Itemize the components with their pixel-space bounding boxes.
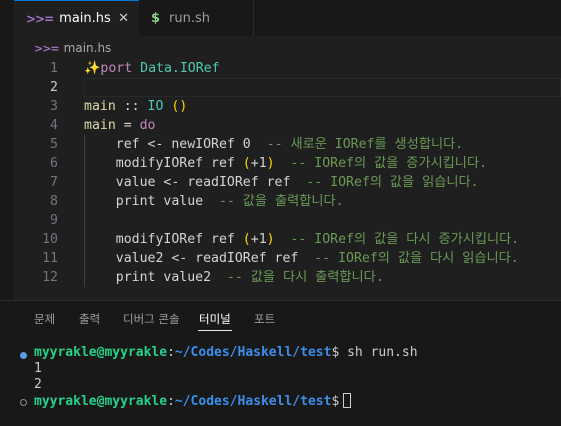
code-token: print value2: [84, 270, 227, 285]
code-text: main = do: [84, 116, 155, 135]
terminal-path: ~/Codes/Haskell/test: [174, 345, 332, 360]
indent-guide: [84, 135, 85, 287]
code-token: -- IORef의 값을 다시 증가시킵니다.: [290, 232, 520, 247]
shell-icon: $: [151, 10, 161, 26]
code-line[interactable]: 2: [0, 78, 561, 97]
line-number: 11: [42, 251, 58, 266]
line-number: 1: [50, 61, 58, 76]
terminal-output-line: 2: [34, 377, 42, 392]
code-token: port: [100, 61, 133, 76]
terminal-sep: :: [167, 394, 175, 409]
code-line[interactable]: 3 main :: IO (): [0, 97, 561, 116]
command-status-success-icon[interactable]: [20, 352, 27, 359]
tab-run-sh[interactable]: $ run.sh: [139, 0, 254, 36]
code-text: modifyIORef ref (+1) -- IORef의 값을 다시 증가시…: [84, 230, 519, 249]
editor-tab-bar: >>= main.hs ✕ $ run.sh: [0, 0, 561, 36]
sparkle-icon[interactable]: ✨: [84, 61, 100, 76]
code-line[interactable]: 1 ✨port Data.IORef: [0, 59, 561, 78]
terminal-prompt: $: [331, 394, 340, 409]
code-text: print value -- 값을 출력합니다.: [84, 192, 344, 211]
close-icon[interactable]: ✕: [118, 11, 129, 26]
panel-tab[interactable]: 디버그 콘솔: [123, 311, 180, 327]
line-number: 12: [42, 270, 58, 285]
code-token: ): [266, 156, 275, 171]
code-token: (: [242, 232, 251, 247]
terminal-prompt-line[interactable]: myyrakle@myyrakle:~/Codes/Haskell/test$: [34, 393, 352, 409]
line-number: 8: [50, 194, 58, 209]
code-token: ::: [115, 99, 148, 114]
haskell-icon: >>=: [26, 11, 54, 26]
terminal-prompt: $: [331, 345, 340, 360]
code-token: -- IORef의 값을 증가시킵니다.: [290, 156, 488, 171]
code-token: ): [266, 232, 275, 247]
terminal-command: sh run.sh: [347, 345, 418, 360]
code-text: print value2 -- 값을 다시 출력합니다.: [84, 268, 384, 287]
code-text: ✨port Data.IORef: [84, 59, 220, 78]
code-token: value <- readIORef ref: [84, 175, 307, 190]
line-number: 10: [42, 232, 58, 247]
code-token: IO: [147, 99, 164, 114]
code-token: =: [115, 118, 140, 133]
line-number: 9: [50, 213, 58, 228]
code-token: +1: [250, 156, 267, 171]
panel-tab[interactable]: 출력: [79, 311, 100, 327]
terminal-path: ~/Codes/Haskell/test: [174, 394, 332, 409]
code-editor[interactable]: 1 ✨port Data.IORef 2 3 main :: IO () 4 main = …: [0, 58, 561, 290]
code-text: ref <- newIORef 0 -- 새로운 IORef를 생성합니다.: [84, 135, 463, 154]
tab-label: main.hs: [59, 11, 111, 26]
code-line[interactable]: 4 main = do: [0, 116, 561, 135]
code-token: +1: [250, 232, 267, 247]
terminal-command-line: myyrakle@myyrakle:~/Codes/Haskell/test$ …: [34, 345, 418, 361]
code-token: -- 값을 다시 출력합니다.: [226, 270, 384, 285]
code-token: do: [139, 118, 156, 133]
terminal-sep: :: [167, 345, 175, 360]
line-number: 6: [50, 156, 58, 171]
tab-label: run.sh: [169, 10, 211, 26]
code-text: value2 <- readIORef ref -- IORef의 값을 다시 …: [84, 249, 519, 268]
line-number: 4: [50, 118, 58, 133]
terminal-output-line: 1: [34, 361, 42, 376]
line-number: 7: [50, 175, 58, 190]
code-token: value2 <- readIORef ref: [84, 251, 315, 266]
code-token: -- 값을 출력합니다.: [218, 194, 344, 209]
code-token: Data.IORef: [140, 61, 220, 76]
breadcrumb-file[interactable]: main.hs: [64, 41, 112, 55]
breadcrumb[interactable]: >>= main.hs: [34, 38, 111, 58]
terminal-cursor: [343, 393, 352, 408]
line-number: 3: [50, 99, 58, 114]
terminal-user: myyrakle@myyrakle: [34, 394, 168, 409]
code-text: [84, 78, 561, 97]
line-number: 5: [50, 137, 58, 152]
code-token: -- 새로운 IORef를 생성합니다.: [266, 137, 464, 152]
panel-tab-bar: 문제 출력 디버그 콘솔 터미널 포트: [0, 301, 561, 335]
panel-tab[interactable]: 문제: [34, 311, 55, 327]
haskell-icon: >>=: [34, 41, 60, 55]
code-token: -- IORef의 값을 다시 읽습니다.: [314, 251, 519, 266]
command-status-empty-icon[interactable]: [20, 399, 27, 406]
code-token: main: [84, 118, 116, 133]
panel-tab[interactable]: 포트: [254, 311, 275, 327]
code-token: modifyIORef ref: [84, 232, 243, 247]
code-token: modifyIORef ref: [84, 156, 243, 171]
code-token: ref <- newIORef 0: [84, 137, 267, 152]
code-text: value <- readIORef ref -- IORef의 값을 읽습니다…: [84, 173, 479, 192]
code-token: main: [84, 99, 116, 114]
code-token: (: [242, 156, 251, 171]
terminal-user: myyrakle@myyrakle: [34, 345, 168, 360]
code-text: main :: IO (): [84, 97, 187, 116]
panel-tab[interactable]: 터미널: [198, 311, 232, 331]
code-text: modifyIORef ref (+1) -- IORef의 값을 증가시킵니다…: [84, 154, 487, 173]
tab-main-hs[interactable]: >>= main.hs ✕: [14, 0, 139, 36]
code-token: print value: [84, 194, 219, 209]
code-token: (): [171, 99, 188, 114]
code-token: -- IORef의 값을 읽습니다.: [306, 175, 479, 190]
terminal[interactable]: myyrakle@myyrakle:~/Codes/Haskell/test$ …: [0, 335, 561, 426]
line-number: 2: [50, 80, 58, 95]
